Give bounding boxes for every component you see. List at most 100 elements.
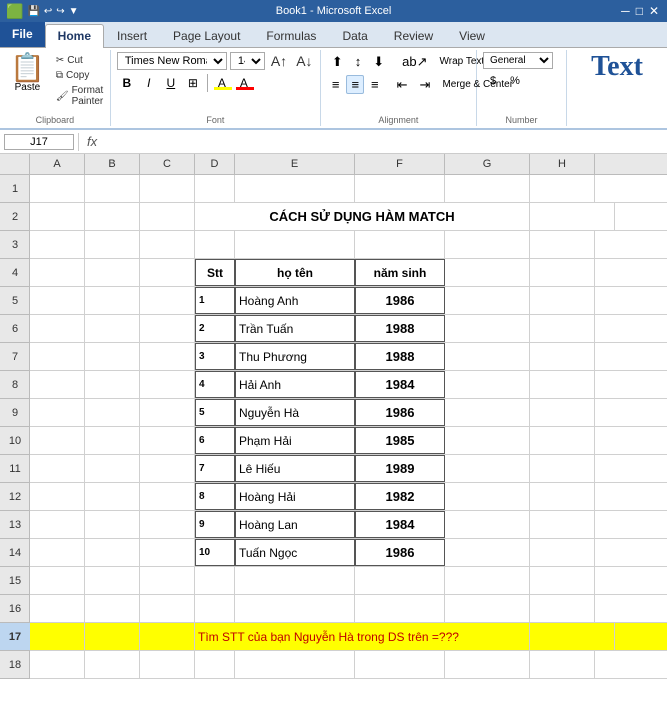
cell-d12[interactable]: 8 [195, 483, 235, 510]
cell-c1[interactable] [140, 175, 195, 202]
align-middle-button[interactable]: ↕ [350, 52, 367, 71]
cell-e10[interactable]: Phạm Hải [235, 427, 355, 454]
col-header-b[interactable]: B [85, 154, 140, 174]
cell-h2[interactable] [615, 203, 667, 230]
cell-f9[interactable]: 1986 [355, 399, 445, 426]
minimize-button[interactable]: ─ [621, 4, 630, 18]
cell-f11[interactable]: 1989 [355, 455, 445, 482]
tab-formulas[interactable]: Formulas [253, 24, 329, 47]
cell-c5[interactable] [140, 287, 195, 314]
paste-button[interactable]: 📋 Paste [4, 52, 51, 95]
cell-b16[interactable] [85, 595, 140, 622]
cell-d18[interactable] [195, 651, 235, 678]
cell-d16[interactable] [195, 595, 235, 622]
italic-button[interactable]: I [139, 74, 159, 92]
cell-c15[interactable] [140, 567, 195, 594]
tab-page-layout[interactable]: Page Layout [160, 24, 253, 47]
cell-h10[interactable] [530, 427, 595, 454]
cell-f4-namsinh[interactable]: năm sinh [355, 259, 445, 286]
cell-h15[interactable] [530, 567, 595, 594]
cell-g9[interactable] [445, 399, 530, 426]
quick-access-save[interactable]: 💾 [27, 6, 39, 17]
row-header-2[interactable]: 2 [0, 203, 30, 231]
border-button[interactable]: ⊞ [183, 74, 203, 92]
quick-access-redo[interactable]: ↪ [56, 6, 64, 17]
cell-a18[interactable] [30, 651, 85, 678]
cell-b11[interactable] [85, 455, 140, 482]
cell-e16[interactable] [235, 595, 355, 622]
cell-f10[interactable]: 1985 [355, 427, 445, 454]
cell-a15[interactable] [30, 567, 85, 594]
cell-b12[interactable] [85, 483, 140, 510]
cell-d14[interactable]: 10 [195, 539, 235, 566]
cell-e6[interactable]: Trần Tuấn [235, 315, 355, 342]
cell-b8[interactable] [85, 371, 140, 398]
row-header-12[interactable]: 12 [0, 483, 30, 511]
cell-d13[interactable]: 9 [195, 511, 235, 538]
cell-f16[interactable] [355, 595, 445, 622]
cell-a17[interactable] [30, 623, 85, 650]
format-painter-button[interactable]: 🖌 Format Painter [53, 84, 106, 108]
cell-b3[interactable] [85, 231, 140, 258]
cell-g14[interactable] [445, 539, 530, 566]
cell-g17[interactable] [530, 623, 615, 650]
cell-d8[interactable]: 4 [195, 371, 235, 398]
maximize-button[interactable]: □ [636, 4, 643, 18]
cell-e14[interactable]: Tuấn Ngọc [235, 539, 355, 566]
row-header-3[interactable]: 3 [0, 231, 30, 259]
cell-a7[interactable] [30, 343, 85, 370]
tab-data[interactable]: Data [329, 24, 380, 47]
cell-c16[interactable] [140, 595, 195, 622]
align-bottom-button[interactable]: ⬇ [368, 52, 389, 71]
row-header-18[interactable]: 18 [0, 651, 30, 679]
cell-a4[interactable] [30, 259, 85, 286]
cell-f14[interactable]: 1986 [355, 539, 445, 566]
align-right-button[interactable]: ≡ [366, 75, 384, 94]
fill-color-button[interactable]: A [212, 74, 232, 92]
tab-review[interactable]: Review [381, 24, 446, 47]
cell-f1[interactable] [355, 175, 445, 202]
close-button[interactable]: ✕ [649, 4, 659, 18]
cell-g18[interactable] [445, 651, 530, 678]
cell-h11[interactable] [530, 455, 595, 482]
cell-a8[interactable] [30, 371, 85, 398]
cell-e9[interactable]: Nguyễn Hà [235, 399, 355, 426]
increase-indent-button[interactable]: ⇥ [415, 75, 436, 94]
row-header-7[interactable]: 7 [0, 343, 30, 371]
cell-e18[interactable] [235, 651, 355, 678]
row-header-8[interactable]: 8 [0, 371, 30, 399]
tab-home[interactable]: Home [45, 24, 104, 48]
grow-font-button[interactable]: A↑ [268, 52, 290, 70]
row-header-11[interactable]: 11 [0, 455, 30, 483]
cell-g8[interactable] [445, 371, 530, 398]
col-header-a[interactable]: A [30, 154, 85, 174]
cell-h16[interactable] [530, 595, 595, 622]
cell-b9[interactable] [85, 399, 140, 426]
cell-e5[interactable]: Hoàng Anh [235, 287, 355, 314]
cell-d7[interactable]: 3 [195, 343, 235, 370]
cell-f3[interactable] [355, 231, 445, 258]
cell-g11[interactable] [445, 455, 530, 482]
cell-h3[interactable] [530, 231, 595, 258]
cell-h4[interactable] [530, 259, 595, 286]
cell-c3[interactable] [140, 231, 195, 258]
row-header-6[interactable]: 6 [0, 315, 30, 343]
cell-g3[interactable] [445, 231, 530, 258]
cell-a16[interactable] [30, 595, 85, 622]
tab-view[interactable]: View [446, 24, 498, 47]
quick-access-undo[interactable]: ↩ [44, 6, 52, 17]
cut-button[interactable]: ✂ Cut [53, 54, 106, 67]
cell-b6[interactable] [85, 315, 140, 342]
tab-insert[interactable]: Insert [104, 24, 160, 47]
cell-b2[interactable] [85, 203, 140, 230]
cell-d15[interactable] [195, 567, 235, 594]
cell-h5[interactable] [530, 287, 595, 314]
cell-c9[interactable] [140, 399, 195, 426]
cell-h14[interactable] [530, 539, 595, 566]
cell-b18[interactable] [85, 651, 140, 678]
cell-a2[interactable] [30, 203, 85, 230]
cell-g1[interactable] [445, 175, 530, 202]
cell-c18[interactable] [140, 651, 195, 678]
cell-e3[interactable] [235, 231, 355, 258]
cell-d17-query[interactable]: Tìm STT của bạn Nguyễn Hà trong DS trên … [195, 623, 530, 650]
